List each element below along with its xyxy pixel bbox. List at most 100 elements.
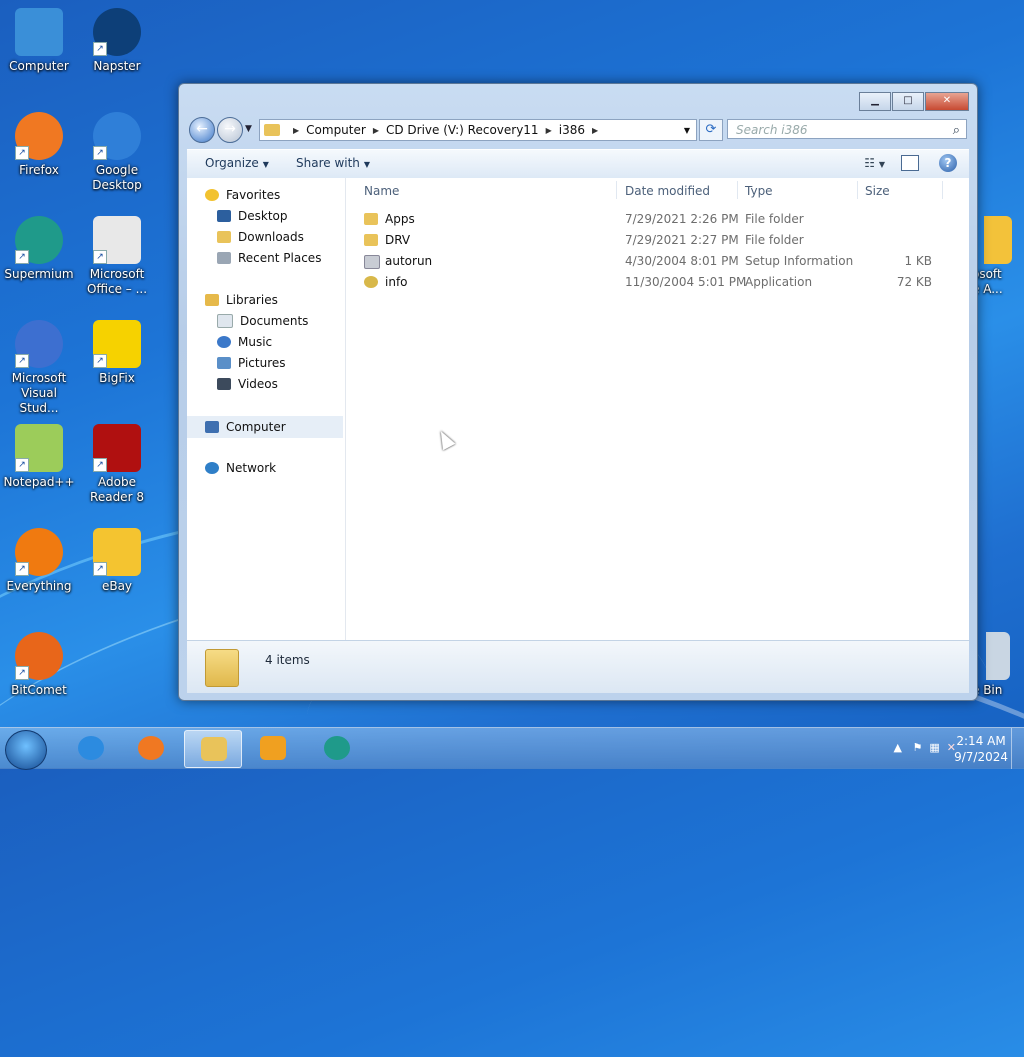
column-header-type[interactable]: Type <box>745 184 773 198</box>
taskbar-internet-explorer[interactable] <box>62 730 118 766</box>
desktop-icon-bitcomet[interactable]: ↗ BitComet <box>1 632 77 698</box>
nav-pictures[interactable]: Pictures <box>217 356 286 370</box>
desktop-icon-adobe-reader[interactable]: ↗ Adobe Reader 8 <box>79 424 155 505</box>
office-icon: ↗ <box>93 216 141 264</box>
desktop-icon-notepadpp[interactable]: ↗ Notepad++ <box>1 424 77 490</box>
breadcrumb-cd-drive[interactable]: CD Drive (V:) Recovery11 <box>386 123 539 137</box>
nav-label: Favorites <box>226 188 281 202</box>
taskbar-firefox[interactable] <box>122 730 178 766</box>
column-header-size[interactable]: Size <box>865 184 890 198</box>
nav-videos[interactable]: Videos <box>217 377 278 391</box>
clock-date: 9/7/2024 <box>954 750 1008 764</box>
organize-button[interactable]: Organize ▼ <box>205 156 269 170</box>
close-button[interactable]: ✕ <box>925 92 969 111</box>
desktop-icon-bigfix[interactable]: ↗ BigFix <box>79 320 155 386</box>
file-list: Name Date modified Type Size Apps 7/29/2… <box>346 178 969 640</box>
bitcomet-icon: ↗ <box>15 632 63 680</box>
desktop-icon-firefox[interactable]: ↗ Firefox <box>1 112 77 178</box>
nav-documents[interactable]: Documents <box>217 314 308 328</box>
file-row[interactable]: Apps 7/29/2021 2:26 PM File folder <box>346 209 957 230</box>
nav-favorites[interactable]: Favorites <box>205 188 280 202</box>
desktop-icon-ebay[interactable]: ↗ eBay <box>79 528 155 594</box>
nav-libraries[interactable]: Libraries <box>205 293 278 307</box>
preview-pane-button[interactable] <box>901 155 919 171</box>
visual-studio-icon: ↗ <box>15 320 63 368</box>
folder-icon <box>205 649 239 687</box>
chevron-right-icon: ▶ <box>372 125 379 135</box>
details-view-icon: ☷ <box>864 156 876 170</box>
media-player-icon <box>260 736 286 760</box>
file-row[interactable]: info 11/30/2004 5:01 PM Application 72 K… <box>346 272 957 293</box>
share-with-label: Share with <box>296 156 360 170</box>
file-name: autorun <box>385 254 433 268</box>
help-button[interactable]: ? <box>939 154 957 172</box>
nav-downloads[interactable]: Downloads <box>217 230 304 244</box>
network-tray-icon[interactable]: ▦ <box>929 741 939 754</box>
chevron-right-icon: ▶ <box>545 125 552 135</box>
desktop-icon-visual-studio[interactable]: ↗ Microsoft Visual Stud... <box>1 320 77 416</box>
refresh-button[interactable]: ⟳ <box>699 119 723 141</box>
clock[interactable]: 2:14 AM 9/7/2024 <box>954 733 1008 765</box>
desktop-icon-partial[interactable]: osoft e A... <box>972 216 1024 297</box>
start-button[interactable] <box>5 730 47 770</box>
desktop-icon-recycle-bin[interactable]: e Bin <box>972 632 1024 698</box>
supermium-icon: ↗ <box>15 216 63 264</box>
column-divider[interactable] <box>616 181 617 199</box>
show-desktop-button[interactable] <box>1011 728 1024 769</box>
column-divider[interactable] <box>942 181 943 199</box>
share-with-button[interactable]: Share with ▼ <box>296 156 370 170</box>
taskbar-supermium[interactable] <box>308 730 364 766</box>
desktop-icon-napster[interactable]: ↗ Napster <box>79 8 155 74</box>
desktop-icon-everything[interactable]: ↗ Everything <box>1 528 77 594</box>
action-center-flag-icon[interactable]: ⚑ <box>913 741 923 754</box>
windows-update-icon <box>984 216 1012 264</box>
star-icon <box>205 189 219 201</box>
maximize-button[interactable]: □ <box>892 92 924 111</box>
clock-time: 2:14 AM <box>956 734 1006 748</box>
firefox-icon <box>138 736 164 760</box>
taskbar: ▲ ⚑ ▦ ✕ 2:14 AM 9/7/2024 <box>0 727 1024 770</box>
show-hidden-icons-icon[interactable]: ▲ <box>894 741 902 754</box>
search-icon: ⌕ <box>952 123 960 138</box>
desktop-icon-computer[interactable]: Computer <box>1 8 77 74</box>
column-header-date[interactable]: Date modified <box>625 184 710 198</box>
command-bar: Organize ▼ Share with ▼ ☷ ▼ ? <box>187 149 969 179</box>
nav-network[interactable]: Network <box>205 461 276 475</box>
address-dropdown-icon[interactable]: ▼ <box>684 126 690 135</box>
taskbar-explorer[interactable] <box>184 730 242 768</box>
file-date: 11/30/2004 5:01 PM <box>625 275 747 289</box>
desktop-icon-supermium[interactable]: ↗ Supermium <box>1 216 77 282</box>
desktop-icon-google-desktop[interactable]: ↗ Google Desktop <box>79 112 155 193</box>
column-divider[interactable] <box>857 181 858 199</box>
system-tray: ▲ ⚑ ▦ ✕ <box>894 741 956 754</box>
nav-computer[interactable]: Computer <box>187 416 343 438</box>
column-divider[interactable] <box>737 181 738 199</box>
address-bar[interactable]: ▶ Computer ▶ CD Drive (V:) Recovery11 ▶ … <box>259 119 697 141</box>
application-icon <box>364 276 378 288</box>
recent-pages-dropdown[interactable]: ▼ <box>245 124 252 134</box>
desktop-icon-label: e Bin <box>972 683 1003 697</box>
desktop-icon-office[interactable]: ↗ Microsoft Office – ... <box>79 216 155 297</box>
explorer-window: ▁ □ ✕ ← → ▼ ▶ Computer ▶ CD Drive (V:) R… <box>178 83 978 701</box>
forward-button[interactable]: → <box>217 117 243 143</box>
nav-desktop[interactable]: Desktop <box>217 209 288 223</box>
file-row[interactable]: autorun 4/30/2004 8:01 PM Setup Informat… <box>346 251 957 272</box>
file-row[interactable]: DRV 7/29/2021 2:27 PM File folder <box>346 230 957 251</box>
desktop-icon-label: Computer <box>9 59 69 73</box>
minimize-button[interactable]: ▁ <box>859 92 891 111</box>
desktop-icon-label: Microsoft Visual Stud... <box>11 371 67 415</box>
search-input[interactable]: Search i386 ⌕ <box>727 119 967 139</box>
change-view-button[interactable]: ☷ ▼ <box>864 156 885 170</box>
column-header-name[interactable]: Name <box>364 184 399 198</box>
folder-icon <box>364 234 378 246</box>
back-button[interactable]: ← <box>189 117 215 143</box>
nav-music[interactable]: Music <box>217 335 272 349</box>
navigation-pane: Favorites Desktop Downloads Recent Place… <box>187 178 346 640</box>
computer-icon <box>205 421 219 433</box>
organize-label: Organize <box>205 156 259 170</box>
nav-recent-places[interactable]: Recent Places <box>217 251 321 265</box>
breadcrumb-computer[interactable]: Computer <box>306 123 366 137</box>
chevron-right-icon: ▶ <box>591 125 599 135</box>
breadcrumb-i386[interactable]: i386 <box>559 123 585 137</box>
taskbar-media-player[interactable] <box>244 730 300 766</box>
